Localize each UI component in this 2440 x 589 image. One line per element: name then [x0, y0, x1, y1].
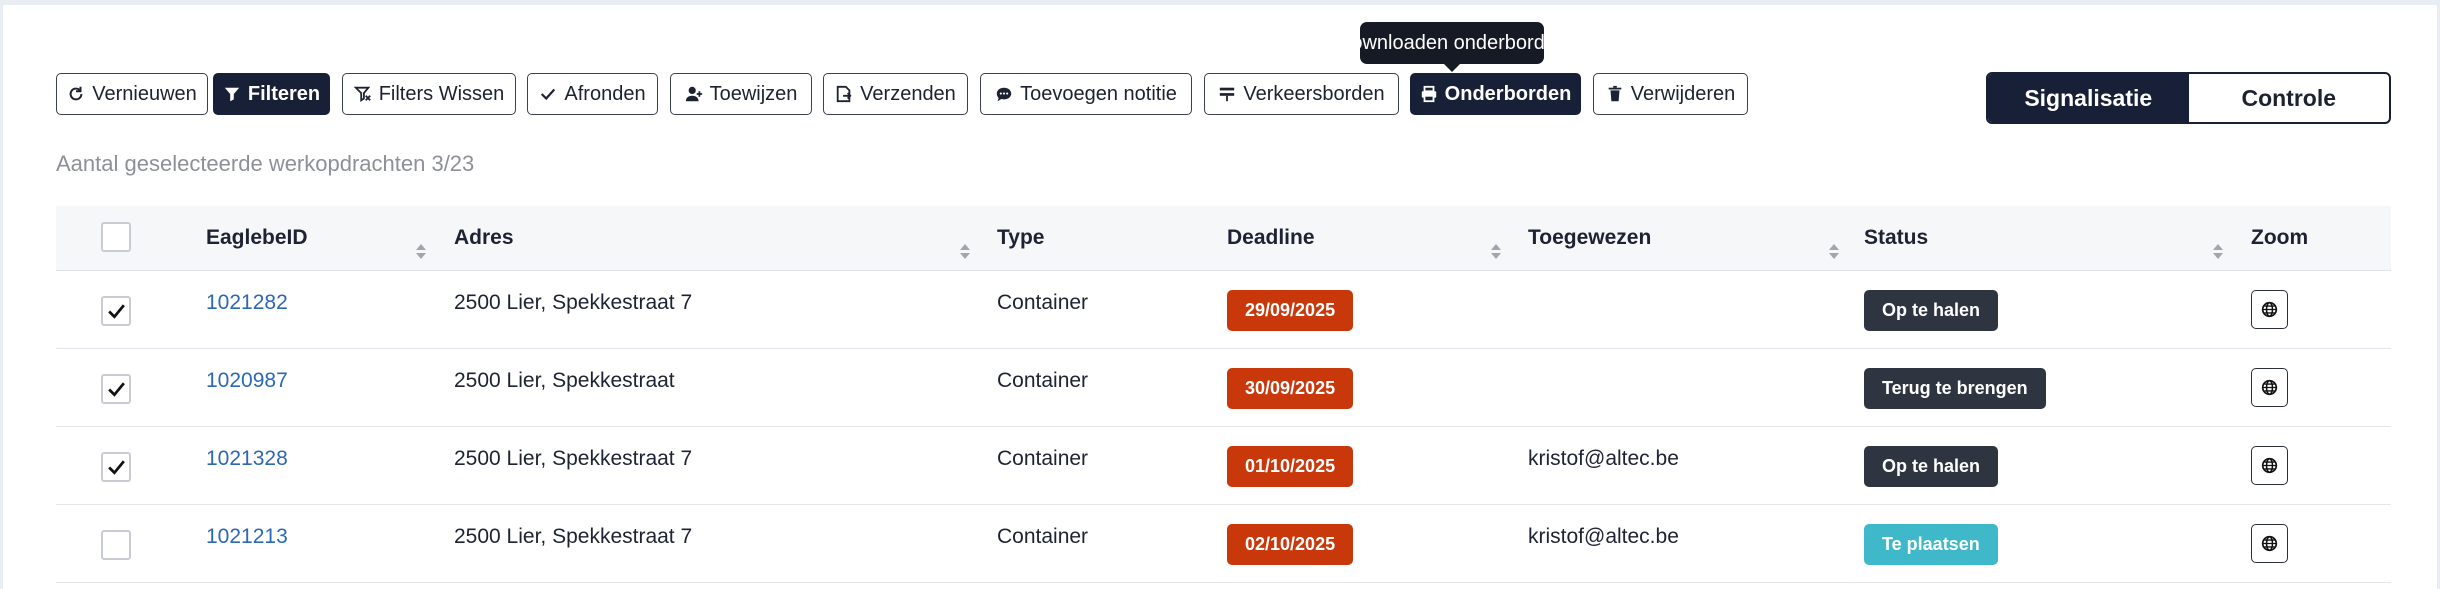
refresh-icon	[67, 85, 85, 103]
zoom-button[interactable]	[2251, 290, 2288, 329]
row-checkbox[interactable]	[101, 296, 131, 326]
send-label: Verzenden	[860, 82, 956, 105]
onderborden-tooltip: Downloaden onderborden	[1337, 22, 1567, 72]
assigned-cell: kristof@altec.be	[1528, 525, 1679, 548]
add-note-button[interactable]: Toevoegen notitie	[980, 73, 1192, 115]
filter-label: Filteren	[247, 82, 321, 105]
comment-icon	[995, 85, 1013, 103]
globe-icon	[2261, 457, 2278, 474]
view-toggle: Signalisatie Controle	[1986, 72, 2391, 124]
send-button[interactable]: Verzenden	[823, 73, 968, 115]
deadline-badge: 02/10/2025	[1227, 524, 1354, 565]
user-add-icon	[685, 85, 703, 103]
finish-label: Afronden	[564, 82, 646, 105]
subsigns-label: Onderborden	[1444, 82, 1572, 105]
traffic-signs-label: Verkeersborden	[1243, 82, 1385, 105]
print-icon	[1420, 85, 1438, 103]
add-note-label: Toevoegen notitie	[1020, 82, 1177, 105]
checkmark-icon	[108, 460, 125, 475]
globe-icon	[2261, 535, 2278, 552]
header-eaglebeid[interactable]: EaglebeID	[206, 226, 308, 250]
status-badge: Terug te brengen	[1864, 368, 2046, 409]
checkmark-icon	[108, 304, 125, 319]
globe-icon	[2261, 301, 2278, 318]
zoom-button[interactable]	[2251, 524, 2288, 563]
select-all-checkbox[interactable]	[101, 222, 131, 252]
delete-button[interactable]: Verwijderen	[1593, 73, 1748, 115]
assigned-cell: kristof@altec.be	[1528, 447, 1679, 470]
clear-filters-label: Filters Wissen	[378, 82, 505, 105]
type-cell: Container	[997, 447, 1089, 470]
eaglebe-id-link[interactable]: 1021282	[206, 291, 288, 315]
status-badge: Te plaatsen	[1864, 524, 1998, 565]
eaglebe-id-link[interactable]: 1021213	[206, 525, 288, 549]
address-cell: 2500 Lier, Spekkestraat 7	[454, 291, 693, 314]
sort-icon[interactable]	[2212, 244, 2224, 262]
sort-icon[interactable]	[1490, 244, 1502, 262]
refresh-label: Vernieuwen	[92, 82, 197, 105]
trash-icon	[1606, 85, 1624, 103]
table-row[interactable]: 1020987 2500 Lier, Spekkestraat Containe…	[56, 349, 2391, 427]
address-cell: 2500 Lier, Spekkestraat 7	[454, 525, 693, 548]
type-cell: Container	[997, 291, 1089, 314]
header-status[interactable]: Status	[1864, 226, 1928, 250]
header-zoom: Zoom	[2251, 226, 2309, 249]
table-header: EaglebeID Adres Type Deadline Toegewezen…	[56, 206, 2391, 271]
table-row[interactable]: 1021282 2500 Lier, Spekkestraat 7 Contai…	[56, 271, 2391, 349]
zoom-button[interactable]	[2251, 446, 2288, 485]
assign-label: Toewijzen	[709, 82, 798, 105]
deadline-badge: 29/09/2025	[1227, 290, 1354, 331]
deadline-badge: 30/09/2025	[1227, 368, 1354, 409]
refresh-button[interactable]: Vernieuwen	[56, 73, 208, 115]
address-cell: 2500 Lier, Spekkestraat	[454, 369, 675, 392]
address-cell: 2500 Lier, Spekkestraat 7	[454, 447, 693, 470]
status-badge: Op te halen	[1864, 290, 1999, 331]
page-frame: Downloaden onderborden Vernieuwen Filter…	[0, 0, 2440, 589]
tab-signalisatie[interactable]: Signalisatie	[1988, 74, 2189, 122]
type-cell: Container	[997, 369, 1089, 392]
status-badge: Op te halen	[1864, 446, 1999, 487]
selection-count: Aantal geselecteerde werkopdrachten 3/23	[56, 151, 475, 176]
globe-icon	[2261, 379, 2278, 396]
sign-icon	[1218, 85, 1236, 103]
sort-icon[interactable]	[415, 244, 427, 262]
tab-controle[interactable]: Controle	[2189, 74, 2390, 122]
finish-button[interactable]: Afronden	[527, 73, 658, 115]
assign-button[interactable]: Toewijzen	[670, 73, 812, 115]
filter-icon	[223, 85, 241, 103]
row-checkbox[interactable]	[101, 452, 131, 482]
header-adres[interactable]: Adres	[454, 226, 514, 250]
workorder-table: EaglebeID Adres Type Deadline Toegewezen…	[56, 206, 2391, 583]
eaglebe-id-link[interactable]: 1020987	[206, 369, 288, 393]
checkmark-icon	[108, 382, 125, 397]
filter-button[interactable]: Filteren	[213, 73, 330, 115]
filter-clear-icon	[353, 85, 372, 103]
header-toegewezen[interactable]: Toegewezen	[1528, 226, 1651, 250]
header-type[interactable]: Type	[997, 226, 1044, 250]
send-file-icon	[835, 85, 853, 103]
eaglebe-id-link[interactable]: 1021328	[206, 447, 288, 471]
traffic-signs-button[interactable]: Verkeersborden	[1204, 73, 1399, 115]
row-checkbox[interactable]	[101, 530, 131, 560]
header-deadline[interactable]: Deadline	[1227, 226, 1315, 250]
deadline-badge: 01/10/2025	[1227, 446, 1354, 487]
row-checkbox[interactable]	[101, 374, 131, 404]
delete-label: Verwijderen	[1630, 82, 1736, 105]
sort-icon[interactable]	[1828, 244, 1840, 262]
table-row[interactable]: 1021213 2500 Lier, Spekkestraat 7 Contai…	[56, 505, 2391, 583]
zoom-button[interactable]	[2251, 368, 2288, 407]
sort-icon[interactable]	[959, 244, 971, 262]
subsigns-button[interactable]: Onderborden	[1410, 73, 1581, 115]
table-row[interactable]: 1021328 2500 Lier, Spekkestraat 7 Contai…	[56, 427, 2391, 505]
check-icon	[539, 85, 557, 103]
type-cell: Container	[997, 525, 1089, 548]
clear-filters-button[interactable]: Filters Wissen	[342, 73, 516, 115]
